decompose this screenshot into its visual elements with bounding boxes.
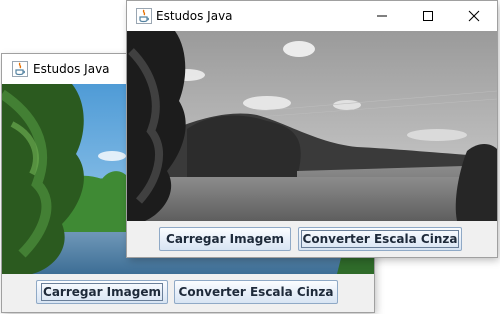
back-convert-grayscale-button[interactable]: Converter Escala Cinza bbox=[174, 280, 338, 304]
front-window: Estudos Java Carregar Imagem Converter E… bbox=[127, 1, 497, 257]
close-icon bbox=[468, 10, 480, 22]
grayscale-lake-photo bbox=[127, 31, 497, 221]
back-load-image-label: Carregar Imagem bbox=[41, 283, 163, 301]
front-load-image-label: Carregar Imagem bbox=[166, 232, 284, 246]
front-convert-grayscale-button[interactable]: Converter Escala Cinza bbox=[298, 227, 462, 251]
front-window-title: Estudos Java bbox=[156, 9, 233, 23]
minimize-button[interactable] bbox=[359, 1, 405, 31]
front-convert-grayscale-label: Converter Escala Cinza bbox=[300, 230, 460, 248]
java-coffee-icon bbox=[12, 61, 28, 77]
front-window-titlebar[interactable]: Estudos Java bbox=[127, 1, 497, 31]
close-button[interactable] bbox=[451, 1, 497, 31]
maximize-button[interactable] bbox=[405, 1, 451, 31]
java-coffee-icon bbox=[136, 8, 152, 24]
back-load-image-button[interactable]: Carregar Imagem bbox=[36, 280, 168, 304]
front-load-image-button[interactable]: Carregar Imagem bbox=[159, 227, 291, 251]
back-convert-grayscale-label: Converter Escala Cinza bbox=[178, 285, 334, 299]
minimize-icon bbox=[377, 15, 387, 17]
back-window-title: Estudos Java bbox=[33, 62, 110, 76]
maximize-icon bbox=[423, 11, 433, 21]
